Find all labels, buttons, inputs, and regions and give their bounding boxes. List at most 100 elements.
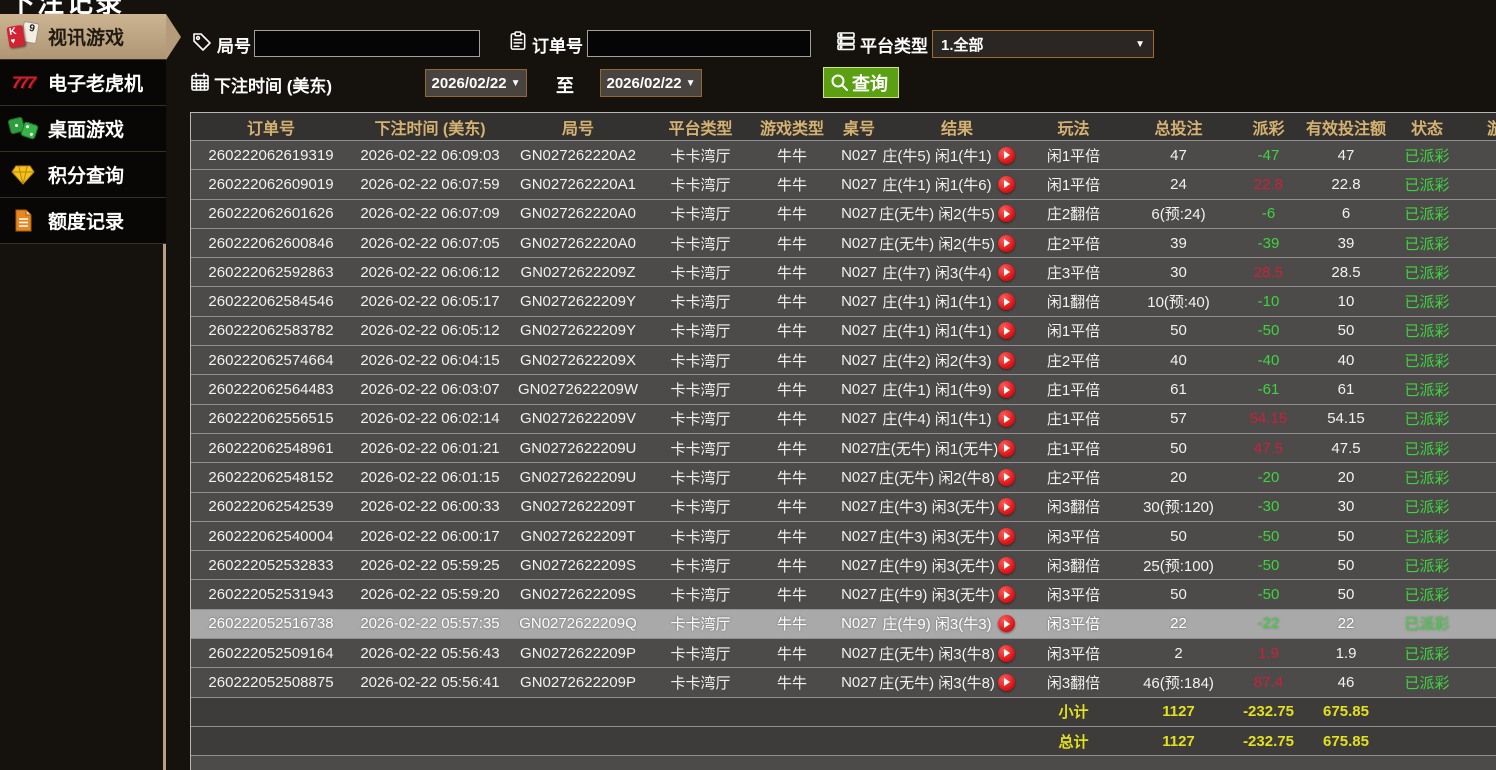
cell-time: 2026-02-22 05:59:25 [351,551,509,579]
cell-time: 2026-02-22 05:57:35 [351,610,509,638]
play-video-button[interactable] [998,176,1015,193]
play-video-button[interactable] [998,352,1015,369]
table-row[interactable]: 2602220625481522026-02-22 06:01:15GN0272… [191,463,1496,492]
cell-round: GN0272622209Y [509,317,647,345]
order-number-input[interactable] [587,30,811,57]
cell-spacer [191,727,1026,755]
table-games-icon [7,114,39,144]
play-video-button[interactable] [998,557,1015,574]
table-row[interactable]: 2602220625845462026-02-22 06:05:17GN0272… [191,287,1496,316]
cell-round: GN0272622209S [509,551,647,579]
cell-order: 260222052531943 [191,580,351,608]
cell-platform: 卡卡湾厅 [647,141,754,169]
table-footer-strip [191,756,1496,770]
cell-game: 牛牛 [754,580,830,608]
cell-game: 牛牛 [754,170,830,198]
cell-bet: 61 [1121,375,1236,403]
table-row[interactable]: 2602220525088752026-02-22 05:56:41GN0272… [191,668,1496,697]
table-row[interactable]: 2602220625928632026-02-22 06:06:12GN0272… [191,258,1496,287]
play-video-button[interactable] [998,674,1015,691]
play-video-button[interactable] [998,293,1015,310]
table-row[interactable]: 2602220626008462026-02-22 06:07:05GN0272… [191,229,1496,258]
cell-game: 牛牛 [754,493,830,521]
play-video-button[interactable] [998,147,1015,164]
cell-round: GN0272622209U [509,463,647,491]
table-row[interactable]: 2602220626016262026-02-22 06:07:09GN0272… [191,200,1496,229]
play-icon [1004,591,1010,599]
cell-order: 260222062574664 [191,346,351,374]
cell-payout: -39 [1236,229,1301,257]
cell-game: 牛牛 [754,346,830,374]
play-video-button[interactable] [998,615,1015,632]
cell-result: 庄(牛4) 闲1(牛1) [888,405,986,433]
table-row[interactable]: 2602220525319432026-02-22 05:59:20GN0272… [191,580,1496,609]
play-video-button[interactable] [998,528,1015,545]
header-cell: 玩法 [1026,113,1121,140]
order-number-label: 订单号 [532,32,583,57]
cell-result: 庄(牛1) 闲1(牛6) [888,170,986,198]
cell-payout: -20 [1236,463,1301,491]
table-row[interactable]: 2602220525328332026-02-22 05:59:25GN0272… [191,551,1496,580]
table-row[interactable]: 2602220525091642026-02-22 05:56:43GN0272… [191,639,1496,668]
play-video-button[interactable] [998,498,1015,515]
table-row[interactable]: 2602220625489612026-02-22 06:01:21GN0272… [191,434,1496,463]
sidebar-item-label: 电子老虎机 [48,69,143,96]
cell-time: 2026-02-22 06:00:17 [351,522,509,550]
cell-time: 2026-02-22 06:01:15 [351,463,509,491]
table-row[interactable]: 2602220625644832026-02-22 06:03:07GN0272… [191,375,1496,404]
cell-round: GN0272622209X [509,346,647,374]
cell-valid: 675.85 [1301,698,1391,726]
cell-order: 260222052509164 [191,639,351,667]
play-video-button[interactable] [998,645,1015,662]
play-video-button[interactable] [998,440,1015,457]
play-video-button[interactable] [998,322,1015,339]
cell-round: GN0272622209Y [509,287,647,315]
sidebar-item-points[interactable]: 积分查询 [0,152,166,198]
play-video-button[interactable] [998,586,1015,603]
play-video-button[interactable] [998,410,1015,427]
cell-result: 庄(牛1) 闲1(牛1) [888,317,986,345]
sidebar-item-label: 额度记录 [48,207,124,234]
play-video-button[interactable] [998,205,1015,222]
sidebar-item-table-games[interactable]: 桌面游戏 [0,106,166,152]
cell-play [986,434,1026,462]
cell-play [986,463,1026,491]
table-row[interactable]: 2602220525167382026-02-22 05:57:35GN0272… [191,610,1496,639]
sidebar-item-quota-records[interactable]: 额度记录 [0,198,166,244]
table-row[interactable]: 2602220626193192026-02-22 06:09:03GN0272… [191,141,1496,170]
table-row[interactable]: 2602220625425392026-02-22 06:00:33GN0272… [191,493,1496,522]
header-cell: 游戏 [1463,113,1496,140]
round-number-label: 局号 [217,32,251,57]
play-video-button[interactable] [998,469,1015,486]
header-cell: 桌号 [830,113,888,140]
cell-status: 已派彩 [1391,639,1463,667]
table-row[interactable]: 2602220625837822026-02-22 06:05:12GN0272… [191,317,1496,346]
play-video-button[interactable] [998,235,1015,252]
cell-wanfa: 闲1平倍 [1026,317,1121,345]
cell-wanfa: 庄1平倍 [1026,405,1121,433]
table-row[interactable]: 2602220625565152026-02-22 06:02:14GN0272… [191,405,1496,434]
date-from-select[interactable]: 2026/02/22 ▼ [425,69,527,97]
tag-icon [192,32,212,52]
date-from-value: 2026/02/22 [432,75,507,92]
play-icon [1004,356,1010,364]
sidebar-item-video-games[interactable]: 9 K♥ 视讯游戏 [0,14,166,60]
cell-status: 已派彩 [1391,434,1463,462]
chevron-down-icon: ▼ [511,78,521,89]
date-to-select[interactable]: 2026/02/22 ▼ [600,69,702,97]
subtotal-row: 小计1127-232.75675.85 [191,698,1496,727]
play-video-button[interactable] [998,381,1015,398]
round-number-input[interactable] [254,30,480,57]
table-row[interactable]: 2602220625746642026-02-22 06:04:15GN0272… [191,346,1496,375]
cell-status: 已派彩 [1391,200,1463,228]
cell-play [986,287,1026,315]
query-button[interactable]: 查询 [823,67,899,98]
sidebar-item-slots[interactable]: 777 电子老虎机 [0,60,166,106]
cell-extra [1463,463,1496,491]
table-row[interactable]: 2602220625400042026-02-22 06:00:17GN0272… [191,522,1496,551]
cell-platform: 卡卡湾厅 [647,668,754,696]
platform-type-select[interactable]: 1.全部 ▼ [932,30,1154,58]
play-video-button[interactable] [998,264,1015,281]
cell-table_no: N027 [830,258,888,286]
table-row[interactable]: 2602220626090192026-02-22 06:07:59GN0272… [191,170,1496,199]
